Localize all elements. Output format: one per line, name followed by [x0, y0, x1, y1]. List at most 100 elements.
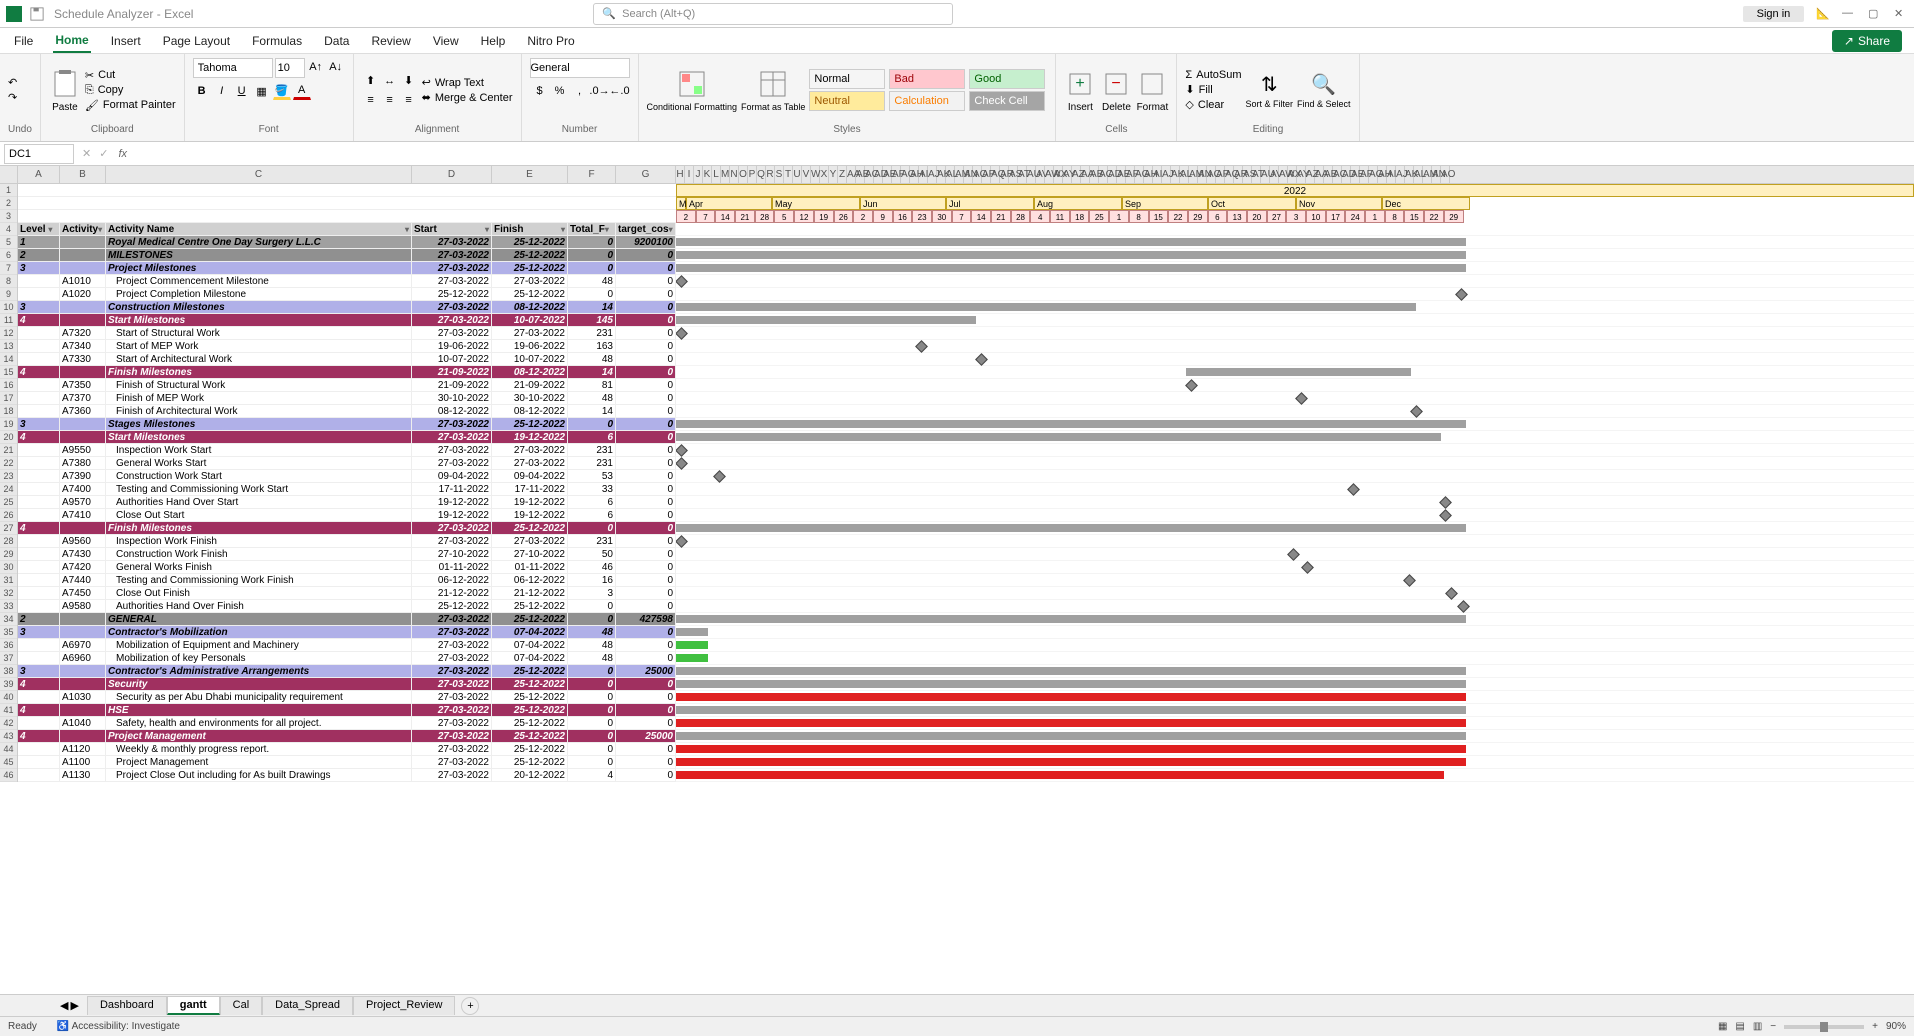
cell[interactable] [18, 561, 60, 573]
table-row[interactable]: A6960Mobilization of key Personals27-03-… [18, 652, 676, 665]
cell[interactable]: 17-11-2022 [492, 483, 568, 495]
cell[interactable]: 27-03-2022 [412, 769, 492, 781]
cell[interactable]: 4 [18, 314, 60, 326]
header-target[interactable]: target_cos▾ [616, 223, 676, 235]
cell[interactable]: 0 [616, 366, 676, 378]
sheet-prev-icon[interactable]: ◀ [60, 999, 68, 1012]
cell[interactable] [18, 587, 60, 599]
cell[interactable]: A7340 [60, 340, 106, 352]
col-header-narrow[interactable]: H [676, 166, 685, 183]
fill-button[interactable]: ⬇Fill [1185, 83, 1241, 96]
cell[interactable]: Start of MEP Work [106, 340, 412, 352]
cell[interactable]: A6960 [60, 652, 106, 664]
col-header-narrow[interactable]: AY [1063, 166, 1072, 183]
col-header-narrow[interactable]: AV [1036, 166, 1045, 183]
milestone-diamond[interactable] [1186, 380, 1196, 390]
row-header[interactable]: 43 [0, 730, 17, 743]
row-header[interactable]: 20 [0, 431, 17, 444]
row-header[interactable]: 23 [0, 470, 17, 483]
gantt-bar[interactable] [676, 719, 1466, 727]
table-row[interactable]: 1Royal Medical Centre One Day Surgery L.… [18, 236, 676, 249]
table-row[interactable]: A7450Close Out Finish21-12-202221-12-202… [18, 587, 676, 600]
merge-center-button[interactable]: ⬌Merge & Center [422, 91, 513, 104]
sheet-tab[interactable]: Cal [220, 996, 263, 1015]
cell[interactable]: 21-09-2022 [412, 379, 492, 391]
row-header[interactable]: 14 [0, 353, 17, 366]
cell[interactable]: 27-03-2022 [412, 730, 492, 742]
col-header-narrow[interactable]: AC [865, 166, 874, 183]
col-header-narrow[interactable]: L [712, 166, 721, 183]
row-header[interactable]: 8 [0, 275, 17, 288]
cell[interactable]: 0 [568, 691, 616, 703]
header-activity[interactable]: Activity▾ [60, 223, 106, 235]
row-header[interactable]: 17 [0, 392, 17, 405]
tab-help[interactable]: Help [479, 30, 508, 52]
percent-button[interactable]: % [551, 82, 569, 100]
bold-button[interactable]: B [193, 82, 211, 100]
cell[interactable]: A7390 [60, 470, 106, 482]
wrap-text-button[interactable]: ↩Wrap Text [422, 76, 513, 89]
table-row[interactable]: 3Construction Milestones27-03-202208-12-… [18, 301, 676, 314]
cell[interactable]: 27-03-2022 [492, 275, 568, 287]
table-row[interactable]: A7430Construction Work Finish27-10-20222… [18, 548, 676, 561]
gantt-bar[interactable] [676, 251, 1466, 259]
col-header-narrow[interactable]: W [811, 166, 820, 183]
header-start[interactable]: Start▾ [412, 223, 492, 235]
tab-nitro[interactable]: Nitro Pro [525, 30, 576, 52]
col-header-narrow[interactable]: AO [973, 166, 982, 183]
cell[interactable]: 27-03-2022 [412, 665, 492, 677]
share-button[interactable]: ↗Share [1832, 30, 1902, 52]
table-row[interactable]: A7380General Works Start27-03-202227-03-… [18, 457, 676, 470]
cell[interactable]: 25-12-2022 [412, 600, 492, 612]
row-header[interactable]: 21 [0, 444, 17, 457]
cell[interactable]: 3 [18, 301, 60, 313]
gantt-bar[interactable] [676, 264, 1466, 272]
col-header-narrow[interactable]: AL [1414, 166, 1423, 183]
cell[interactable]: 10-07-2022 [492, 314, 568, 326]
cell[interactable]: 0 [568, 756, 616, 768]
sheet-tab[interactable]: Data_Spread [262, 996, 353, 1015]
col-header-narrow[interactable]: Y [829, 166, 838, 183]
cell[interactable]: 0 [616, 548, 676, 560]
cell[interactable]: Project Commencement Milestone [106, 275, 412, 287]
milestone-diamond[interactable] [1302, 562, 1312, 572]
cell[interactable]: 27-03-2022 [412, 717, 492, 729]
milestone-diamond[interactable] [1440, 497, 1450, 507]
cell[interactable]: 0 [616, 314, 676, 326]
col-header-narrow[interactable]: S [775, 166, 784, 183]
row-header[interactable]: 1 [0, 184, 17, 197]
row-header[interactable]: 35 [0, 626, 17, 639]
milestone-diamond[interactable] [676, 328, 686, 338]
insert-cell-icon[interactable]: + [1064, 68, 1096, 100]
col-header-narrow[interactable]: AF [1360, 166, 1369, 183]
col-header-narrow[interactable]: AK [937, 166, 946, 183]
col-header-B[interactable]: B [60, 166, 106, 183]
cell[interactable]: Project Close Out including for As built… [106, 769, 412, 781]
cell[interactable] [18, 535, 60, 547]
row-header[interactable]: 38 [0, 665, 17, 678]
cell[interactable]: 0 [616, 327, 676, 339]
col-header-narrow[interactable]: AM [1423, 166, 1432, 183]
row-header[interactable]: 15 [0, 366, 17, 379]
col-header-narrow[interactable]: AA [1081, 166, 1090, 183]
copy-button[interactable]: ⎘Copy [85, 84, 176, 97]
cell[interactable]: A7360 [60, 405, 106, 417]
cell[interactable]: 08-12-2022 [492, 366, 568, 378]
col-header-narrow[interactable]: AA [847, 166, 856, 183]
table-row[interactable]: 4Security27-03-202225-12-202200 [18, 678, 676, 691]
header-totalf[interactable]: Total_F▾ [568, 223, 616, 235]
col-header-narrow[interactable]: AU [1027, 166, 1036, 183]
cell[interactable]: 0 [616, 756, 676, 768]
underline-button[interactable]: U [233, 82, 251, 100]
sheet-tab[interactable]: Project_Review [353, 996, 455, 1015]
col-header-narrow[interactable]: AR [1000, 166, 1009, 183]
cell[interactable]: 21-12-2022 [412, 587, 492, 599]
cell[interactable]: 81 [568, 379, 616, 391]
cell[interactable]: 3 [18, 626, 60, 638]
milestone-diamond[interactable] [1296, 393, 1306, 403]
cell[interactable]: 19-12-2022 [412, 509, 492, 521]
col-header-narrow[interactable]: AJ [1162, 166, 1171, 183]
milestone-diamond[interactable] [1456, 289, 1466, 299]
cell[interactable]: 25-12-2022 [492, 249, 568, 261]
cell[interactable]: 0 [616, 470, 676, 482]
